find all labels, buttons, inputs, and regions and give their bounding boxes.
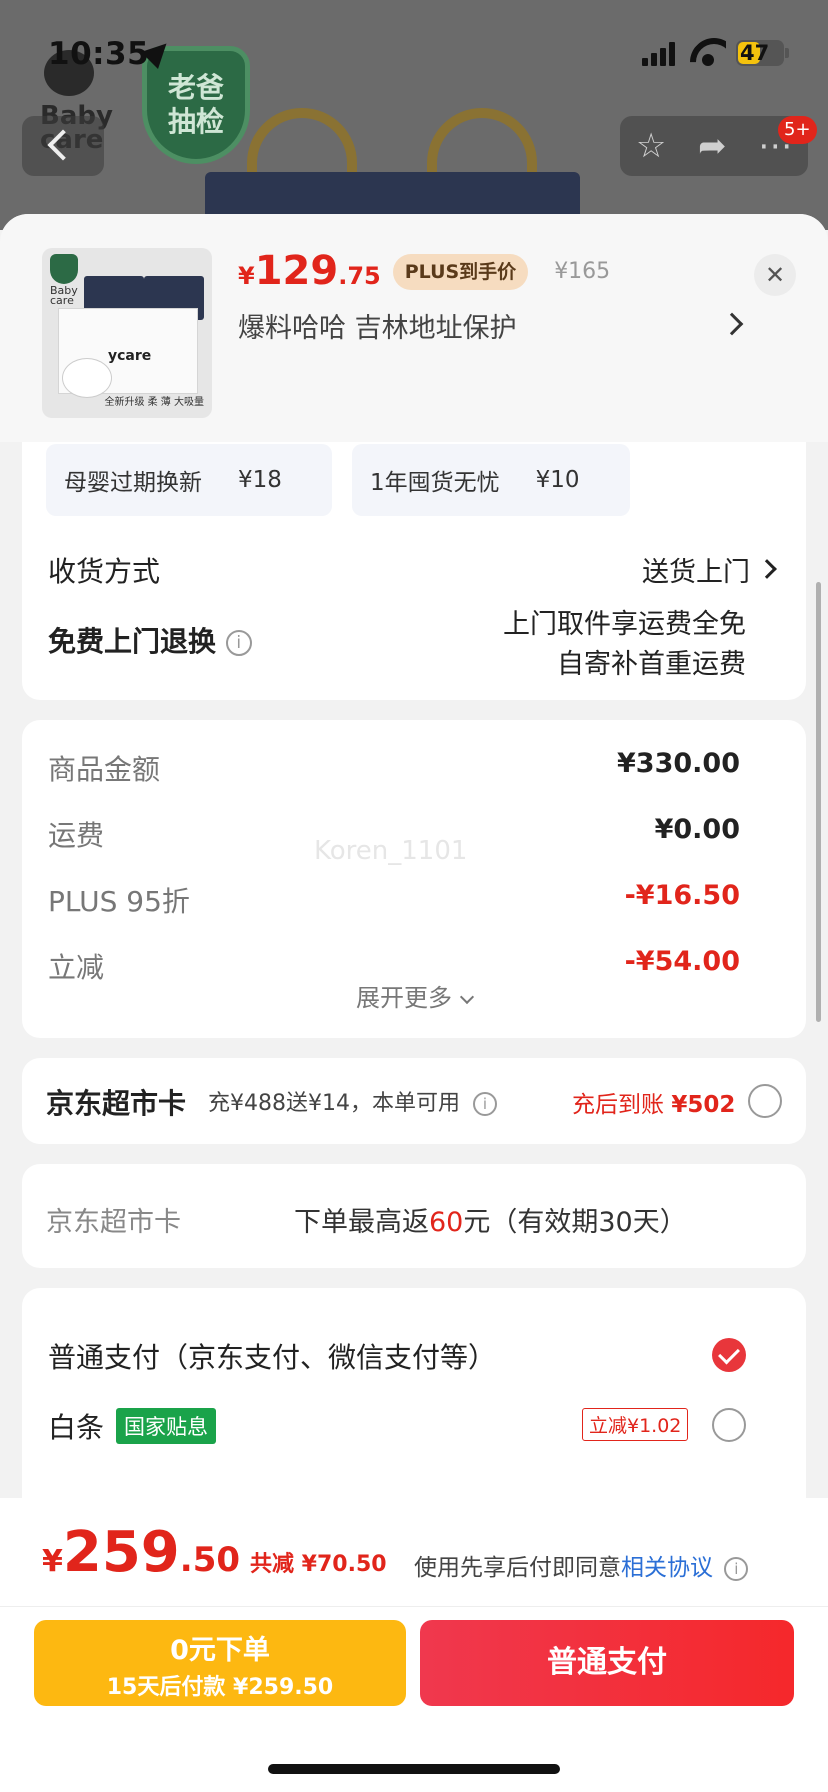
original-price: ¥165 bbox=[554, 259, 611, 284]
chevron-right-icon[interactable] bbox=[720, 312, 744, 336]
summary-value: -¥54.00 bbox=[624, 946, 740, 977]
pay-later-button[interactable]: 0元下单 15天后付款 ¥259.50 bbox=[34, 1620, 406, 1706]
total-savings: 共减 ¥70.50 bbox=[250, 1552, 387, 1577]
summary-label: 商品金额 bbox=[48, 753, 161, 786]
expand-more-button[interactable]: 展开更多 bbox=[22, 978, 806, 1013]
returns-label: 免费上门退换 i bbox=[48, 620, 252, 660]
info-icon[interactable]: i bbox=[472, 1092, 497, 1116]
diaper-image bbox=[62, 358, 112, 398]
divider bbox=[0, 1606, 828, 1607]
message-count-badge: 5+ bbox=[778, 116, 817, 144]
scrollbar[interactable] bbox=[816, 582, 821, 1022]
battery-level: 47 bbox=[740, 41, 770, 65]
returns-line1: 上门取件享运费全免 bbox=[503, 609, 746, 640]
thumbnail-logo: Baby care bbox=[50, 284, 78, 307]
supermarket-card-desc: 充¥488送¥14，本单可用 i bbox=[208, 1085, 497, 1117]
summary-value: ¥0.00 bbox=[654, 814, 740, 845]
cashback-text: 下单最高返60元（有效期30天） bbox=[294, 1207, 687, 1238]
product-thumbnail[interactable]: Baby care ycare 全新升级 柔 薄 大吸量 bbox=[42, 248, 212, 418]
supermarket-card-credit: 充后到账 ¥502 bbox=[572, 1092, 736, 1118]
plus-price-badge: PLUS到手价 bbox=[392, 254, 529, 290]
summary-value: ¥330.00 bbox=[617, 748, 740, 779]
chevron-right-icon[interactable] bbox=[757, 559, 777, 579]
thumbnail-tagline: 全新升级 柔 薄 大吸量 bbox=[104, 397, 204, 408]
cashback-card: 京东超市卡 下单最高返60元（有效期30天） bbox=[22, 1164, 806, 1268]
checked-radio-icon[interactable] bbox=[712, 1338, 746, 1372]
baitiao-radio[interactable] bbox=[712, 1408, 746, 1442]
watermark: Koren_1101 bbox=[314, 836, 468, 866]
baitiao-option[interactable]: 白条 国家贴息 bbox=[48, 1406, 217, 1446]
summary-value: -¥16.50 bbox=[624, 880, 740, 911]
star-icon[interactable]: ☆ bbox=[636, 126, 666, 166]
price-summary-card: Koren_1101 商品金额 ¥330.00 运费 ¥0.00 PLUS 95… bbox=[22, 720, 806, 1038]
sheet-header: Baby care ycare 全新升级 柔 薄 大吸量 ¥ 129 .75 PL… bbox=[0, 214, 828, 442]
service-option[interactable]: 1年囤货无忧 ¥10 bbox=[352, 444, 630, 516]
cellular-signal-icon bbox=[642, 42, 676, 66]
info-icon[interactable]: i bbox=[724, 1556, 749, 1581]
normal-payment-option[interactable]: 普通支付（京东支付、微信支付等） bbox=[48, 1336, 496, 1376]
share-icon[interactable]: ➦ bbox=[698, 126, 727, 166]
thumbnail-brand: ycare bbox=[108, 348, 152, 364]
back-button[interactable] bbox=[22, 116, 104, 176]
promo-text[interactable]: 爆料哈哈 吉林地址保护 bbox=[238, 306, 517, 345]
supermarket-card-offer: 京东超市卡 充¥488送¥14，本单可用 i 充后到账 ¥502 bbox=[22, 1058, 806, 1144]
agreement-link[interactable]: 相关协议 bbox=[621, 1555, 713, 1581]
inspection-badge-icon bbox=[50, 254, 78, 284]
returns-line2: 自寄补首重运费 bbox=[557, 649, 746, 680]
chevron-down-icon bbox=[459, 989, 475, 1005]
delivery-value[interactable]: 送货上门 bbox=[642, 550, 750, 589]
home-indicator bbox=[268, 1764, 560, 1774]
wifi-icon bbox=[690, 36, 726, 66]
subsidy-badge: 国家贴息 bbox=[116, 1408, 217, 1444]
cashback-label: 京东超市卡 bbox=[46, 1207, 181, 1238]
status-bar: 10:35 47 bbox=[0, 0, 828, 100]
battery-icon: 47 bbox=[736, 40, 789, 66]
supermarket-card-radio[interactable] bbox=[748, 1084, 782, 1118]
summary-label: PLUS 95折 bbox=[48, 885, 190, 918]
summary-label: 运费 bbox=[48, 819, 105, 852]
baitiao-discount-tag: 立减¥1.02 bbox=[582, 1408, 689, 1441]
checkout-bottom-bar: ¥ 259 .50 共减 ¥70.50 使用先享后付即同意相关协议 i 0元下单… bbox=[0, 1498, 828, 1792]
status-time: 10:35 bbox=[48, 36, 150, 72]
supermarket-card-title: 京东超市卡 bbox=[46, 1087, 187, 1120]
delivery-label: 收货方式 bbox=[48, 555, 161, 588]
total-price: ¥ 259 .50 共减 ¥70.50 bbox=[42, 1520, 387, 1585]
info-icon[interactable]: i bbox=[225, 630, 252, 656]
service-option[interactable]: 母婴过期换新 ¥18 bbox=[46, 444, 332, 516]
agreement-text: 使用先享后付即同意相关协议 i bbox=[414, 1548, 749, 1582]
normal-pay-button[interactable]: 普通支付 bbox=[420, 1620, 794, 1706]
product-price: ¥ 129 .75 PLUS到手价 ¥165 bbox=[238, 248, 611, 294]
close-button[interactable]: ✕ bbox=[754, 254, 796, 296]
